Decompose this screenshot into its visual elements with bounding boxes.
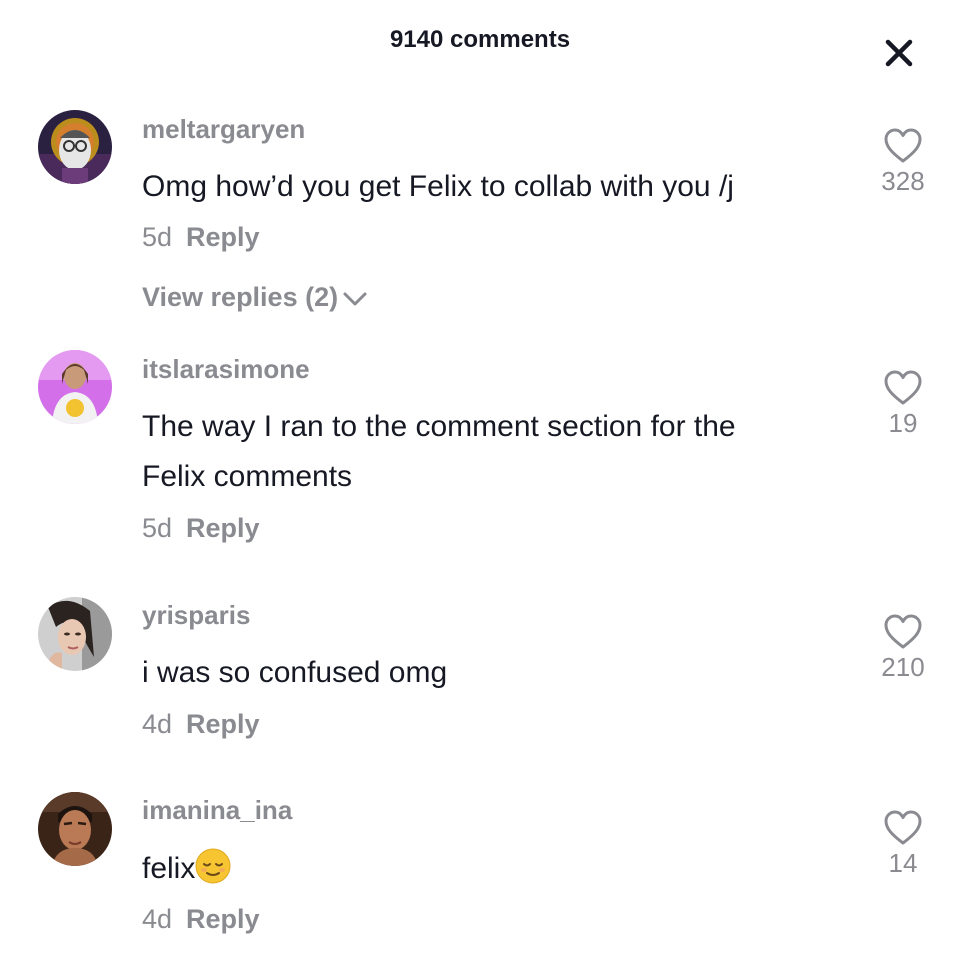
like-button[interactable]: 328 <box>870 128 936 197</box>
view-replies-label: View replies (2) <box>142 282 339 312</box>
avatar[interactable] <box>38 350 112 424</box>
relieved-face-emoji-icon <box>195 848 231 884</box>
comment-text: Omg how’d you get Felix to collab with y… <box>142 170 734 203</box>
comment-text: i was so confused omg <box>142 656 448 689</box>
comment-age: 5d <box>142 513 173 543</box>
reply-button[interactable]: Reply <box>186 709 260 739</box>
avatar[interactable] <box>38 792 112 866</box>
comment-meta: 4d Reply <box>142 709 260 740</box>
comments-count-title: 9140 comments <box>389 26 571 53</box>
comment-text-line: Felix comments <box>142 460 353 493</box>
close-icon <box>885 39 913 67</box>
reply-button[interactable]: Reply <box>186 513 260 543</box>
like-count: 19 <box>888 408 918 438</box>
like-button[interactable]: 210 <box>870 614 936 683</box>
comment-age: 5d <box>142 222 173 252</box>
comment-text: The way I ran to the comment section for… <box>142 402 842 502</box>
like-count: 328 <box>881 166 925 196</box>
heart-icon <box>884 810 922 845</box>
comment-meta: 5d Reply <box>142 222 260 253</box>
comment-age: 4d <box>142 904 173 934</box>
reply-button[interactable]: Reply <box>186 904 260 934</box>
close-button[interactable] <box>882 36 916 70</box>
heart-icon <box>884 370 922 405</box>
comment-text-body: felix <box>142 852 196 885</box>
comment-age: 4d <box>142 709 173 739</box>
heart-icon <box>884 614 922 649</box>
like-count: 14 <box>888 848 918 878</box>
comment-meta: 5d Reply <box>142 513 260 544</box>
avatar[interactable] <box>38 110 112 184</box>
like-count: 210 <box>881 652 925 682</box>
reply-button[interactable]: Reply <box>186 222 260 252</box>
comment-username[interactable]: meltargaryen <box>142 114 305 145</box>
like-button[interactable]: 14 <box>870 810 936 879</box>
comment-text: felix <box>142 844 842 894</box>
chevron-down-icon <box>343 292 367 306</box>
like-button[interactable]: 19 <box>870 370 936 439</box>
view-replies-button[interactable]: View replies (2) <box>142 282 368 313</box>
comments-sheet: 9140 comments meltargaryen Omg how’d you… <box>0 0 960 956</box>
heart-icon <box>884 128 922 163</box>
comment-username[interactable]: itslarasimone <box>142 354 310 385</box>
comment-meta: 4d Reply <box>142 904 260 935</box>
comment-username[interactable]: yrisparis <box>142 600 250 631</box>
comment-username[interactable]: imanina_ina <box>142 795 292 826</box>
comment-text-line: The way I ran to the comment section for… <box>142 410 736 443</box>
avatar[interactable] <box>38 597 112 671</box>
